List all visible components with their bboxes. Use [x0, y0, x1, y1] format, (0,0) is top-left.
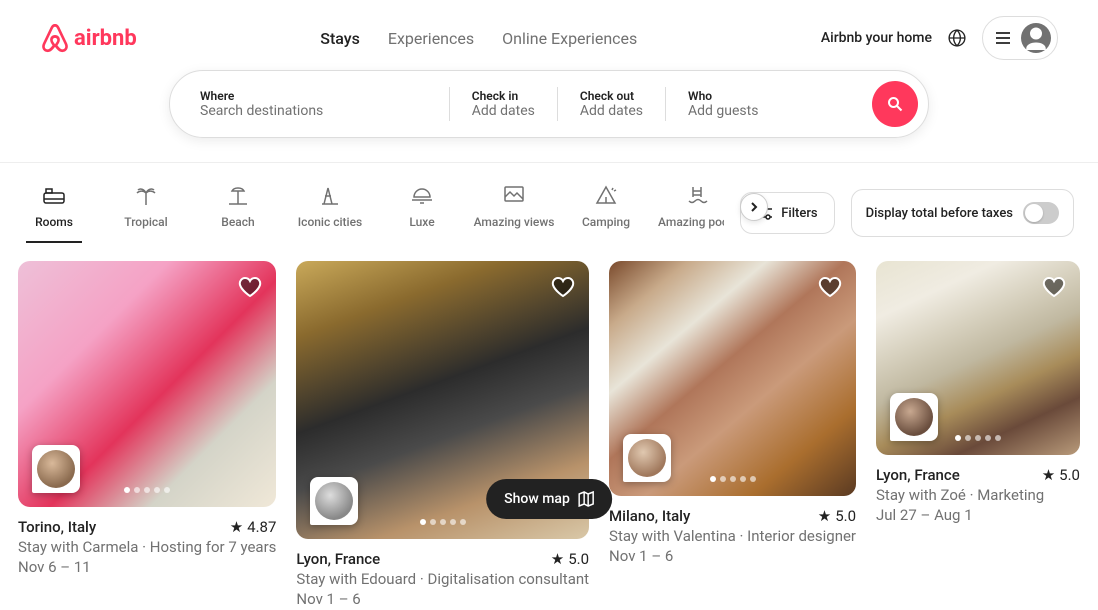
listing-location: Lyon, France [876, 465, 960, 485]
category-rooms[interactable]: Rooms [26, 183, 82, 243]
who-label: Who [688, 89, 850, 103]
brand-logo[interactable]: airbnb [40, 22, 137, 54]
tax-switch[interactable] [1023, 202, 1059, 224]
listing-host-line: Stay with Zoé · Marketing [876, 485, 1080, 505]
chevron-right-icon [749, 202, 759, 212]
nav-tabs: Stays Experiences Online Experiences [320, 29, 637, 48]
who-value: Add guests [688, 103, 850, 119]
camping-icon [594, 183, 618, 207]
category-next-button[interactable] [740, 193, 768, 221]
tab-online-experiences[interactable]: Online Experiences [502, 29, 637, 48]
heart-icon [551, 275, 575, 299]
listing-rating: ★ 5.0 [1042, 465, 1080, 485]
listings-grid: Torino, Italy ★ 4.87 Stay with Carmela ·… [0, 243, 1098, 610]
wishlist-button[interactable] [1042, 275, 1066, 299]
amazing-pools-icon [686, 183, 710, 207]
search-who[interactable]: Who Add guests [666, 87, 872, 121]
search-icon [887, 96, 903, 112]
listing-dates: Nov 1 – 6 [609, 546, 856, 566]
map-icon [578, 491, 594, 507]
photo-dots [955, 435, 1001, 441]
listing-dates: Nov 1 – 6 [296, 589, 589, 609]
listing-card[interactable]: Lyon, France ★ 5.0 Stay with Zoé · Marke… [876, 261, 1080, 610]
where-label: Where [200, 89, 427, 103]
checkout-value: Add dates [580, 103, 643, 119]
host-avatar-chip [310, 477, 358, 525]
wishlist-button[interactable] [238, 275, 262, 299]
host-avatar-chip [32, 445, 80, 493]
photo-dots [710, 476, 756, 482]
globe-icon[interactable] [948, 29, 966, 47]
host-avatar-chip [890, 393, 938, 441]
tax-toggle[interactable]: Display total before taxes [851, 189, 1074, 237]
airbnb-logo-icon [40, 22, 70, 54]
listing-dates: Nov 6 – 11 [18, 557, 276, 577]
tab-stays[interactable]: Stays [320, 29, 360, 48]
listing-location: Torino, Italy [18, 517, 96, 537]
listing-image [876, 261, 1080, 455]
iconic-cities-icon [318, 183, 342, 207]
heart-icon [1042, 275, 1066, 299]
listing-card[interactable]: Lyon, France ★ 5.0 Stay with Edouard · D… [296, 261, 589, 610]
search-checkin[interactable]: Check in Add dates [450, 87, 558, 121]
listing-rating: ★ 4.87 [230, 517, 277, 537]
category-luxe[interactable]: Luxe [394, 183, 450, 243]
luxe-icon [410, 183, 434, 207]
tropical-icon [134, 183, 158, 207]
host-link[interactable]: Airbnb your home [821, 30, 932, 46]
user-avatar-icon [1021, 23, 1051, 53]
listing-host-line: Stay with Carmela · Hosting for 7 years [18, 537, 276, 557]
listing-card[interactable]: Milano, Italy ★ 5.0 Stay with Valentina … [609, 261, 856, 610]
category-list: Rooms Tropical Beach Iconic cities Luxe … [24, 183, 724, 243]
listing-card[interactable]: Torino, Italy ★ 4.87 Stay with Carmela ·… [18, 261, 276, 610]
filters-label: Filters [781, 206, 817, 221]
wishlist-button[interactable] [551, 275, 575, 299]
tab-experiences[interactable]: Experiences [388, 29, 474, 48]
show-map-label: Show map [504, 491, 570, 507]
show-map-button[interactable]: Show map [486, 479, 612, 519]
tax-label: Display total before taxes [866, 206, 1013, 221]
listing-host-line: Stay with Valentina · Interior designer [609, 526, 856, 546]
photo-dots [420, 519, 466, 525]
brand-name: airbnb [74, 26, 137, 51]
heart-icon [238, 275, 262, 299]
user-menu[interactable] [982, 16, 1058, 60]
checkin-value: Add dates [472, 103, 535, 119]
hamburger-icon [995, 30, 1011, 46]
listing-rating: ★ 5.0 [818, 506, 856, 526]
rooms-icon [42, 183, 66, 207]
listing-host-line: Stay with Edouard · Digitalisation consu… [296, 569, 589, 589]
search-where[interactable]: Where Search destinations [170, 87, 450, 121]
search-bar: Where Search destinations Check in Add d… [169, 70, 929, 138]
listing-image [609, 261, 856, 496]
search-button[interactable] [872, 81, 918, 127]
photo-dots [124, 487, 170, 493]
category-camping[interactable]: Camping [578, 183, 634, 243]
search-checkout[interactable]: Check out Add dates [558, 87, 666, 121]
where-placeholder: Search destinations [200, 103, 427, 119]
category-beach[interactable]: Beach [210, 183, 266, 243]
listing-rating: ★ 5.0 [551, 549, 589, 569]
category-amazing-pools[interactable]: Amazing pools [670, 183, 724, 243]
listing-image [18, 261, 276, 507]
listing-location: Lyon, France [296, 549, 380, 569]
listing-location: Milano, Italy [609, 506, 690, 526]
category-tropical[interactable]: Tropical [118, 183, 174, 243]
wishlist-button[interactable] [818, 275, 842, 299]
listing-dates: Jul 27 – Aug 1 [876, 505, 1080, 525]
host-avatar-chip [623, 434, 671, 482]
checkout-label: Check out [580, 89, 643, 103]
amazing-views-icon [502, 183, 526, 207]
category-amazing-views[interactable]: Amazing views [486, 183, 542, 243]
heart-icon [818, 275, 842, 299]
category-iconic-cities[interactable]: Iconic cities [302, 183, 358, 243]
beach-icon [226, 183, 250, 207]
checkin-label: Check in [472, 89, 535, 103]
